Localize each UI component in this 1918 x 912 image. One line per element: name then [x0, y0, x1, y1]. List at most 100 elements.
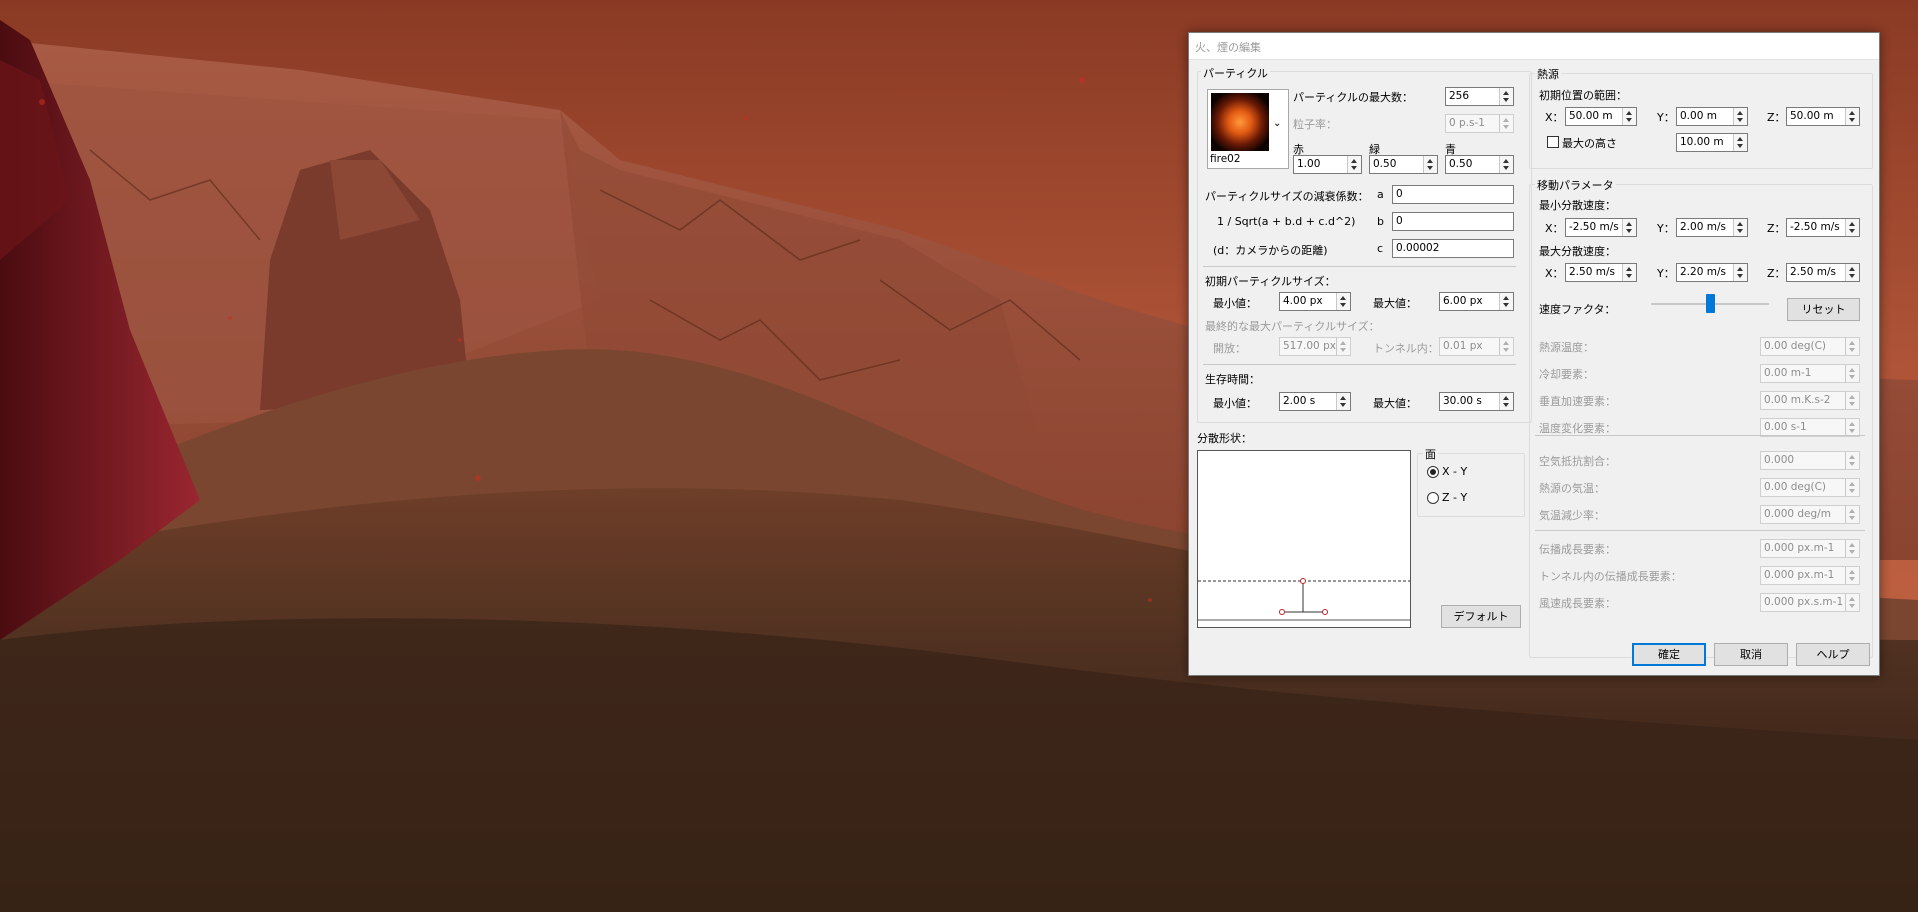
max-height-spinbox[interactable]: 10.00 m — [1676, 133, 1748, 152]
life-max-spinbox[interactable]: 30.00 s — [1439, 392, 1514, 411]
min-x-spinbox[interactable]: -2.50 m/s — [1565, 218, 1637, 237]
heat-source-group-title: 熱源 — [1535, 66, 1561, 82]
heat-x-spinbox[interactable]: 50.00 m — [1565, 107, 1637, 126]
spin-up-icon[interactable] — [1849, 111, 1855, 115]
heat-z-spinbox[interactable]: 50.00 m — [1786, 107, 1860, 126]
max-height-checkbox[interactable] — [1547, 136, 1559, 148]
blue-spinbox[interactable]: 0.50 — [1445, 155, 1514, 174]
spin-down-icon[interactable] — [1503, 98, 1509, 102]
spin-down-icon — [1849, 375, 1855, 379]
life-min-spinbox[interactable]: 2.00 s — [1279, 392, 1351, 411]
spin-up-icon[interactable] — [1503, 159, 1509, 163]
speed-factor-slider[interactable] — [1651, 293, 1769, 315]
heat-y-spinbox[interactable]: 0.00 m — [1676, 107, 1748, 126]
spin-down-icon[interactable] — [1737, 118, 1743, 122]
coef-c-input[interactable]: 0.00002 — [1392, 239, 1514, 258]
max-count-spinbox[interactable]: 256 — [1445, 87, 1514, 106]
spin-down-icon[interactable] — [1849, 118, 1855, 122]
cancel-button[interactable]: 取消 — [1714, 643, 1788, 666]
spin-up-icon[interactable] — [1737, 111, 1743, 115]
particle-group-title: パーティクル — [1201, 65, 1271, 81]
param-value: 0.00 m.K.s-2 — [1764, 394, 1831, 406]
spin-down-icon[interactable] — [1626, 229, 1632, 233]
spin-down-icon[interactable] — [1626, 118, 1632, 122]
spin-down-icon — [1849, 550, 1855, 554]
spin-down-icon[interactable] — [1351, 166, 1357, 170]
spin-down-icon[interactable] — [1503, 303, 1509, 307]
coef-a-input[interactable]: 0 — [1392, 185, 1514, 204]
spin-up-icon[interactable] — [1849, 267, 1855, 271]
spin-down-icon[interactable] — [1737, 144, 1743, 148]
spin-down-icon — [1849, 577, 1855, 581]
spin-down-icon[interactable] — [1849, 229, 1855, 233]
coef-b-value: 0 — [1396, 215, 1403, 227]
max-z-spinbox[interactable]: 2.50 m/s — [1786, 263, 1860, 282]
spin-down-icon — [1849, 462, 1855, 466]
plane-xy-label[interactable]: X - Y — [1442, 465, 1467, 478]
min-z-value: -2.50 m/s — [1790, 221, 1840, 233]
spin-down-icon[interactable] — [1503, 166, 1509, 170]
plane-zy-radio[interactable] — [1427, 492, 1439, 504]
spin-up-icon[interactable] — [1737, 222, 1743, 226]
divider — [1203, 364, 1516, 365]
spin-up-icon[interactable] — [1503, 296, 1509, 300]
ok-button[interactable]: 確定 — [1632, 643, 1706, 666]
plane-zy-label[interactable]: Z - Y — [1442, 491, 1467, 504]
spin-down-icon[interactable] — [1340, 403, 1346, 407]
reset-button[interactable]: リセット — [1787, 298, 1860, 321]
spin-down-icon[interactable] — [1849, 274, 1855, 278]
default-button[interactable]: デフォルト — [1441, 605, 1521, 628]
spin-up-icon[interactable] — [1626, 267, 1632, 271]
spin-up-icon[interactable] — [1351, 159, 1357, 163]
spin-down-icon — [1849, 429, 1855, 433]
spin-down-icon[interactable] — [1626, 274, 1632, 278]
spin-down-icon[interactable] — [1737, 274, 1743, 278]
param-value: 0.000 — [1764, 454, 1795, 466]
spin-up-icon — [1849, 570, 1855, 574]
texture-selector[interactable]: ⌄ fire02 — [1207, 89, 1289, 169]
help-button[interactable]: ヘルプ — [1796, 643, 1870, 666]
max-height-label[interactable]: 最大の高さ — [1562, 135, 1617, 151]
min-z-spinbox[interactable]: -2.50 m/s — [1786, 218, 1860, 237]
spin-up-icon[interactable] — [1427, 159, 1433, 163]
spin-up-icon[interactable] — [1503, 396, 1509, 400]
chevron-down-icon[interactable]: ⌄ — [1273, 118, 1281, 129]
spin-up-icon[interactable] — [1503, 91, 1509, 95]
spin-up-icon[interactable] — [1340, 296, 1346, 300]
max-height-value: 10.00 m — [1680, 136, 1724, 148]
spin-up-icon[interactable] — [1626, 111, 1632, 115]
min-z-label: Z： — [1767, 222, 1786, 235]
spin-down-icon[interactable] — [1340, 303, 1346, 307]
max-y-spinbox[interactable]: 2.20 m/s — [1676, 263, 1748, 282]
coef-b-input[interactable]: 0 — [1392, 212, 1514, 231]
title-bar[interactable]: 火、煙の編集 — [1189, 33, 1879, 60]
spin-up-icon[interactable] — [1626, 222, 1632, 226]
spin-down-icon[interactable] — [1427, 166, 1433, 170]
distribution-title: 分散形状： — [1197, 432, 1252, 445]
plane-xy-radio[interactable] — [1427, 466, 1439, 478]
spin-up-icon[interactable] — [1737, 267, 1743, 271]
heat-x-label: X： — [1545, 111, 1564, 124]
spin-up-icon[interactable] — [1737, 137, 1743, 141]
spin-down-icon[interactable] — [1737, 229, 1743, 233]
max-x-value: 2.50 m/s — [1569, 266, 1615, 278]
green-value: 0.50 — [1373, 158, 1397, 170]
param-label: 伝播成長要素： — [1539, 543, 1616, 556]
divider — [1535, 435, 1865, 436]
spin-up-icon — [1849, 597, 1855, 601]
spin-down-icon — [1849, 402, 1855, 406]
rate-spinbox: 0 p.s-1 — [1445, 114, 1514, 133]
slider-thumb[interactable] — [1706, 294, 1715, 313]
range-label: 初期位置の範囲： — [1539, 89, 1627, 102]
spin-up-icon[interactable] — [1340, 396, 1346, 400]
spin-up-icon[interactable] — [1849, 222, 1855, 226]
distribution-canvas[interactable] — [1197, 450, 1411, 628]
max-x-spinbox[interactable]: 2.50 m/s — [1565, 263, 1637, 282]
init-min-size-spinbox[interactable]: 4.00 px — [1279, 292, 1351, 311]
spin-down-icon[interactable] — [1503, 403, 1509, 407]
green-spinbox[interactable]: 0.50 — [1369, 155, 1438, 174]
init-max-size-spinbox[interactable]: 6.00 px — [1439, 292, 1514, 311]
min-y-spinbox[interactable]: 2.00 m/s — [1676, 218, 1748, 237]
red-spinbox[interactable]: 1.00 — [1293, 155, 1362, 174]
spin-down-icon — [1849, 489, 1855, 493]
